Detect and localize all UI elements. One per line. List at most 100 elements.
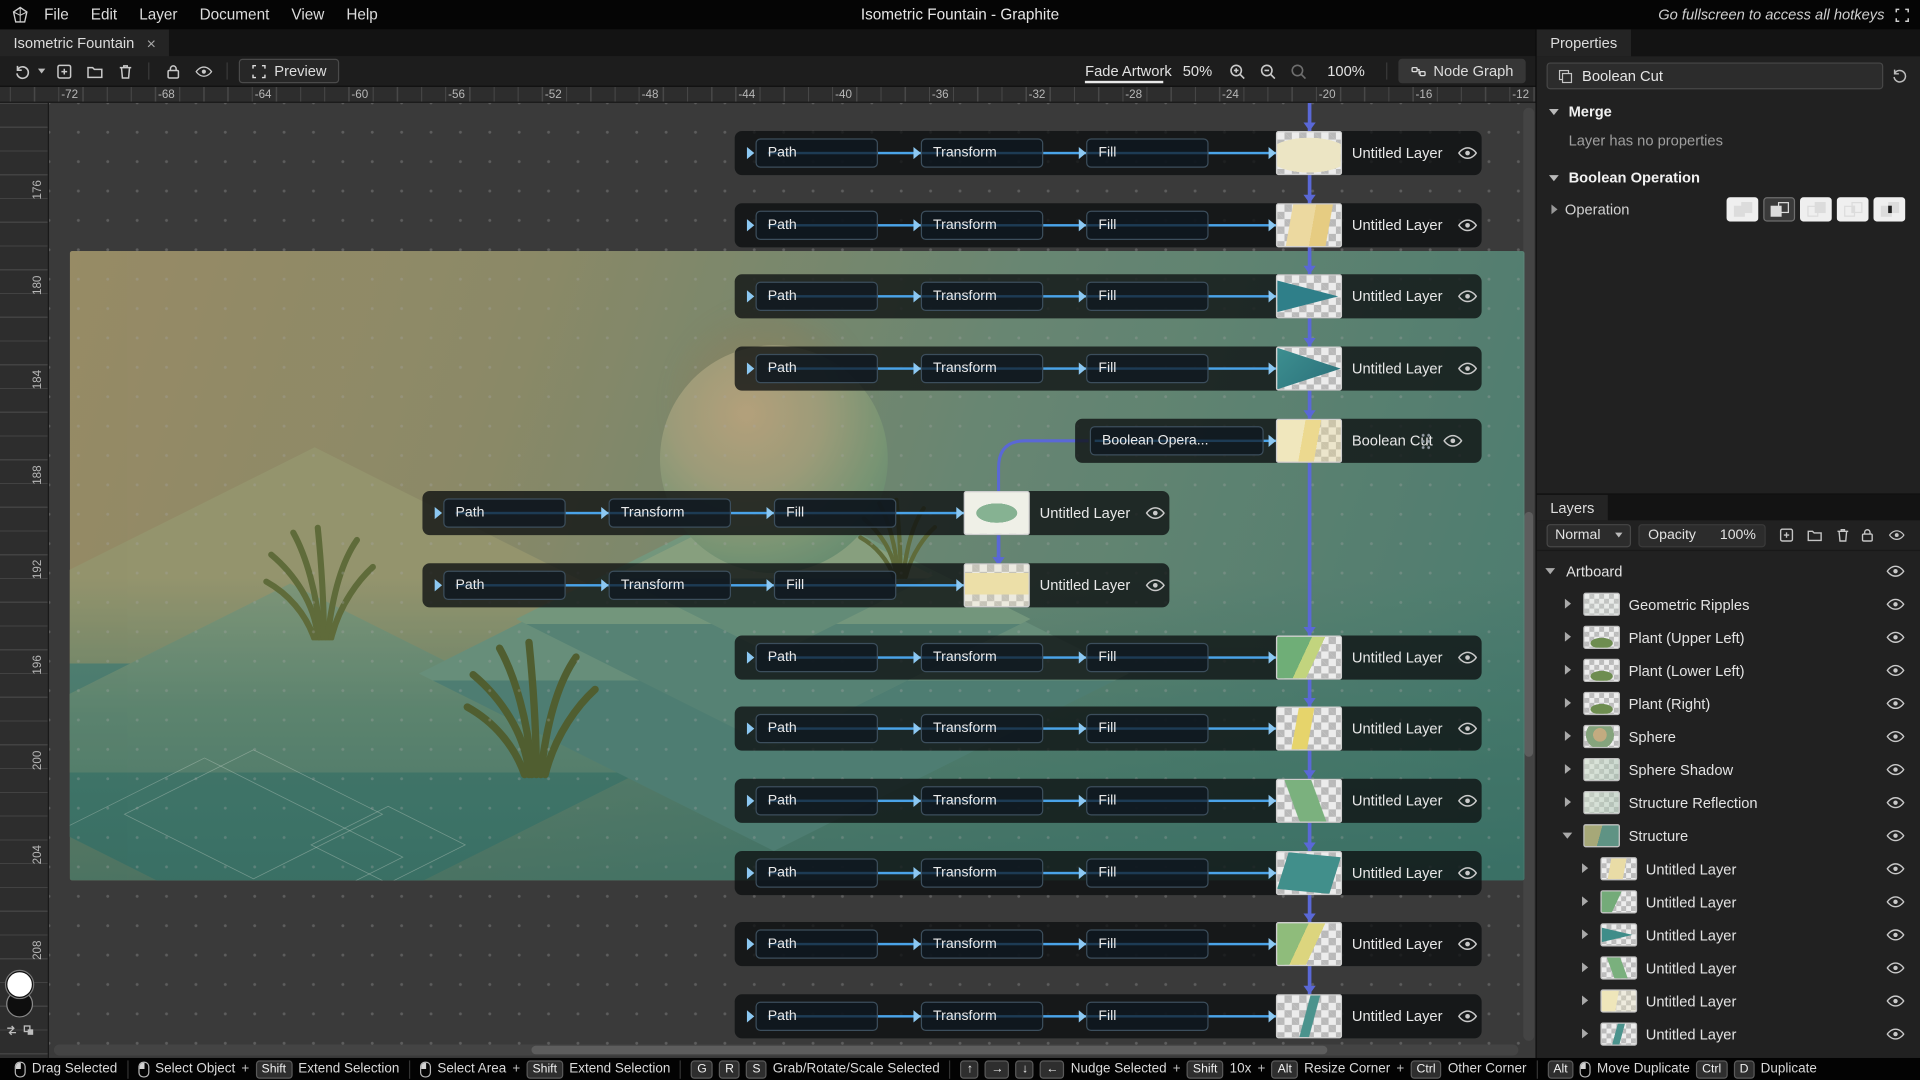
layer-name[interactable]: Untitled Layer: [1352, 203, 1443, 247]
fullscreen-icon[interactable]: [1894, 7, 1910, 23]
boolean-op-subtract-back-button[interactable]: [1800, 197, 1832, 221]
node-graph-canvas[interactable]: Path Transform Fill Untitled Layer Path Trans…: [49, 103, 1536, 1058]
layer-visibility-eye[interactable]: [1886, 628, 1906, 646]
document-tab[interactable]: Isometric Fountain ×: [0, 29, 169, 56]
layer-thumbnail[interactable]: [1276, 851, 1342, 895]
menu-help[interactable]: Help: [337, 4, 388, 26]
layer-visibility-eye[interactable]: [1457, 143, 1478, 163]
new-layer-icon[interactable]: [1778, 527, 1795, 544]
zoom-in-icon[interactable]: [1226, 60, 1250, 82]
new-folder-icon[interactable]: [1806, 527, 1823, 544]
layer-row-sphere-shadow[interactable]: Sphere Shadow: [1537, 753, 1920, 786]
node-transform[interactable]: Transform: [921, 929, 1043, 958]
layer-visibility-eye[interactable]: [1886, 926, 1906, 944]
layer-visibility-eye[interactable]: [1457, 863, 1478, 883]
layer-thumbnail[interactable]: [1276, 203, 1342, 247]
layer-row-untitled-layer[interactable]: Untitled Layer: [1537, 852, 1920, 885]
node-path[interactable]: Path: [756, 211, 878, 240]
reset-colors-icon[interactable]: [23, 1025, 34, 1036]
layer-row-plant-right-[interactable]: Plant (Right): [1537, 687, 1920, 720]
layer-name[interactable]: Untitled Layer: [1352, 636, 1443, 680]
node-path[interactable]: Path: [756, 282, 878, 311]
layer-row-structure[interactable]: Structure: [1537, 819, 1920, 852]
zoom-out-icon[interactable]: [1256, 60, 1280, 82]
layer-thumbnail[interactable]: [1276, 994, 1342, 1038]
layer-name[interactable]: Untitled Layer: [1352, 347, 1443, 391]
chevron-right-icon[interactable]: [1564, 698, 1575, 709]
vertical-scroll-handle[interactable]: [1524, 512, 1533, 757]
chevron-right-icon[interactable]: [1581, 962, 1592, 973]
node-path[interactable]: Path: [443, 571, 565, 600]
node-transform[interactable]: Transform: [921, 786, 1043, 815]
layer-row-plant-upper-left-[interactable]: Plant (Upper Left): [1537, 621, 1920, 654]
boolean-op-difference-button[interactable]: [1873, 197, 1905, 221]
layer-thumbnail[interactable]: [1276, 131, 1342, 175]
boolean-op-union-button[interactable]: [1727, 197, 1759, 221]
layer-row-plant-lower-left-[interactable]: Plant (Lower Left): [1537, 654, 1920, 687]
lock-icon[interactable]: [160, 60, 184, 82]
layer-visibility-eye[interactable]: [1886, 760, 1906, 778]
delete-layer-icon[interactable]: [1834, 527, 1851, 544]
swap-colors-icon[interactable]: [6, 1025, 17, 1036]
layer-row-untitled-layer[interactable]: Untitled Layer: [1537, 885, 1920, 918]
node-transform[interactable]: Transform: [921, 858, 1043, 887]
layer-name[interactable]: Untitled Layer: [1040, 491, 1131, 535]
layer-thumbnail[interactable]: [964, 563, 1030, 607]
tab-close-icon[interactable]: ×: [147, 34, 156, 52]
chevron-right-icon[interactable]: [1581, 863, 1592, 874]
zoom-reset-icon[interactable]: [1287, 60, 1311, 82]
layer-row-geometric-ripples[interactable]: Geometric Ripples: [1537, 588, 1920, 621]
tab-properties[interactable]: Properties: [1537, 29, 1631, 56]
opacity-field[interactable]: Opacity 100%: [1638, 523, 1765, 546]
chevron-right-icon[interactable]: [1564, 731, 1575, 742]
canvas-horizontal-scrollbar[interactable]: [54, 1044, 1518, 1055]
node-fill[interactable]: Fill: [1086, 282, 1208, 311]
node-path[interactable]: Path: [756, 354, 878, 383]
layer-visibility-eye[interactable]: [1457, 648, 1478, 668]
layer-visibility-eye[interactable]: [1886, 694, 1906, 712]
layer-thumbnail[interactable]: [1276, 274, 1342, 318]
layer-row-untitled-layer[interactable]: Untitled Layer: [1537, 1018, 1920, 1051]
layer-visibility-eye[interactable]: [1886, 827, 1906, 845]
layer-name[interactable]: Untitled Layer: [1352, 994, 1443, 1038]
layer-name[interactable]: Untitled Layer: [1352, 707, 1443, 751]
layer-row-structure-reflection[interactable]: Structure Reflection: [1537, 786, 1920, 819]
node-path[interactable]: Path: [756, 929, 878, 958]
node-transform[interactable]: Transform: [609, 498, 731, 527]
node-fill[interactable]: Fill: [1086, 714, 1208, 743]
layer-visibility-eye[interactable]: [1145, 503, 1166, 523]
node-transform[interactable]: Transform: [921, 211, 1043, 240]
node-transform[interactable]: Transform: [921, 354, 1043, 383]
menu-file[interactable]: File: [34, 4, 78, 26]
menu-layer[interactable]: Layer: [129, 4, 187, 26]
layer-visibility-eye[interactable]: [1457, 934, 1478, 954]
visibility-eye-icon[interactable]: [191, 60, 215, 82]
layer-name[interactable]: Untitled Layer: [1352, 779, 1443, 823]
chevron-right-icon[interactable]: [1564, 764, 1575, 775]
tab-layers[interactable]: Layers: [1537, 495, 1608, 521]
chevron-right-icon[interactable]: [1564, 797, 1575, 808]
layer-name[interactable]: Untitled Layer: [1352, 922, 1443, 966]
history-dropdown-caret-icon[interactable]: [38, 69, 45, 74]
layer-visibility-eye[interactable]: [1886, 727, 1906, 745]
blend-mode-select[interactable]: Normal: [1547, 523, 1631, 546]
delete-icon[interactable]: [113, 60, 137, 82]
chevron-right-icon[interactable]: [1581, 1029, 1592, 1040]
layer-visibility-eye[interactable]: [1457, 791, 1478, 811]
chevron-right-icon[interactable]: [1581, 896, 1592, 907]
layer-visibility-eye[interactable]: [1886, 1025, 1906, 1043]
layer-visibility-eye[interactable]: [1145, 576, 1166, 596]
node-path[interactable]: Path: [756, 1002, 878, 1031]
layer-name[interactable]: Untitled Layer: [1352, 274, 1443, 318]
node-graph-button[interactable]: Node Graph: [1398, 59, 1526, 83]
layer-name[interactable]: Untitled Layer: [1352, 851, 1443, 895]
layer-visibility-eye[interactable]: [1457, 216, 1478, 236]
node-path[interactable]: Path: [756, 138, 878, 167]
node-fill[interactable]: Fill: [1086, 643, 1208, 672]
node-path[interactable]: Path: [443, 498, 565, 527]
history-icon[interactable]: [10, 60, 34, 82]
preview-button[interactable]: Preview: [239, 59, 339, 83]
node-transform[interactable]: Transform: [921, 1002, 1043, 1031]
layer-row-artboard[interactable]: Artboard: [1537, 555, 1920, 588]
node-fill[interactable]: Fill: [774, 571, 896, 600]
